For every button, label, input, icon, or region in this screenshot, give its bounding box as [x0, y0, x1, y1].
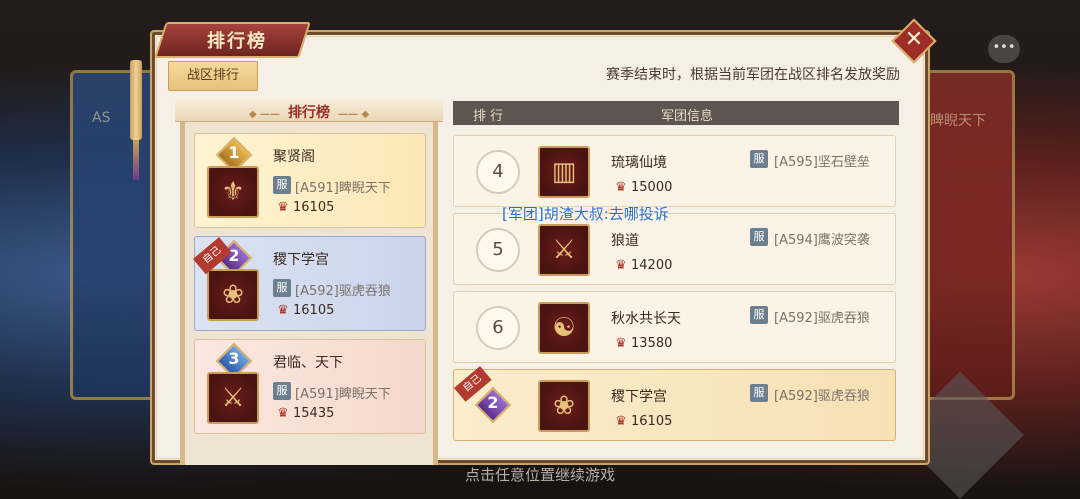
podium-title: 排行榜: [175, 102, 443, 122]
rank-ring: 5: [476, 228, 520, 272]
server-name: [A592]驱虎吞狼: [774, 389, 870, 404]
score-icon: ♛: [615, 258, 627, 273]
background-left-label: AS: [92, 110, 111, 126]
legion-name: 聚贤阁: [273, 149, 315, 165]
close-icon[interactable]: ✕: [898, 25, 930, 57]
server-tag: 服: [273, 176, 291, 194]
server-name: [A595]坚石壁垒: [774, 155, 870, 170]
score-icon: ♛: [277, 200, 289, 215]
tab-zone-ranking[interactable]: 战区排行: [168, 61, 258, 91]
rank-ring: 6: [476, 306, 520, 350]
chat-icon[interactable]: •••: [988, 35, 1020, 63]
server-name: [A592]驱虎吞狼: [774, 311, 870, 326]
column-legion-info: 军团信息: [661, 109, 714, 124]
ranking-row[interactable]: 4 ▥ 琉璃仙境 服 [A595]坚石壁垒 ♛ 15000: [453, 135, 896, 207]
score-value: 16105: [631, 414, 673, 429]
reward-notice: 赛季结束时，根据当前军团在战区排名发放奖励: [606, 67, 900, 83]
server-name: [A591]睥睨天下: [295, 181, 391, 196]
ranking-row[interactable]: 6 ☯ 秋水共长天 服 [A592]驱虎吞狼 ♛ 13580: [453, 291, 896, 363]
server-tag: 服: [750, 228, 768, 246]
podium-card-2[interactable]: 2 ❀ 稷下学宫 服 [A592]驱虎吞狼 ♛ 16105 自己: [193, 236, 426, 331]
score-value: 16105: [293, 200, 335, 215]
pillar-glyph: ▥: [551, 157, 577, 187]
legion-name: 琉璃仙境: [611, 155, 667, 171]
scroll-rod-decoration: [130, 60, 142, 140]
server-tag: 服: [750, 150, 768, 168]
rank-number: 1: [228, 143, 240, 162]
legion-name: 秋水共长天: [611, 311, 681, 327]
server-tag: 服: [273, 279, 291, 297]
rank-number: 2: [487, 393, 499, 412]
sword-emblem-icon: ⚔: [538, 224, 590, 276]
score-value: 13580: [631, 336, 673, 351]
lotus-glyph: ❀: [553, 391, 575, 421]
score-icon: ♛: [277, 406, 289, 421]
rank-ring: 4: [476, 150, 520, 194]
score-value: 15435: [293, 406, 335, 421]
continue-hint[interactable]: 点击任意位置继续游戏: [0, 464, 1080, 485]
server-tag: 服: [750, 384, 768, 402]
score-value: 14200: [631, 258, 673, 273]
background-right-label: 睥睨天下: [930, 113, 986, 129]
score-value: 15000: [631, 180, 673, 195]
sword-glyph: ⚔: [552, 235, 576, 265]
helmet-emblem-icon: ⚜: [207, 166, 259, 218]
pillar-emblem-icon: ▥: [538, 146, 590, 198]
legion-name: 稷下学宫: [611, 389, 667, 405]
score-icon: ♛: [277, 303, 289, 318]
column-rank: 排 行: [473, 109, 504, 124]
podium-card-3[interactable]: 3 ⚔ 君临、天下 服 [A591]睥睨天下 ♛ 15435: [194, 339, 426, 434]
sword-glyph: ⚔: [221, 383, 245, 413]
score-icon: ♛: [615, 336, 627, 351]
server-name: [A594]鹰波突袭: [774, 233, 870, 248]
lotus-emblem-icon: ❀: [538, 380, 590, 432]
score-value: 16105: [293, 303, 335, 318]
tassel-decoration: [133, 140, 139, 180]
podium-card-1[interactable]: 1 ⚜ 聚贤阁 服 [A591]睥睨天下 ♛ 16105: [194, 133, 426, 228]
server-name: [A592]驱虎吞狼: [295, 284, 391, 299]
lotus-glyph: ❀: [222, 280, 244, 310]
lotus-emblem-icon: ❀: [207, 269, 259, 321]
server-name: [A591]睥睨天下: [295, 387, 391, 402]
sword-emblem-icon: ⚔: [207, 372, 259, 424]
helmet-glyph: ⚜: [221, 177, 245, 207]
self-ranking-row[interactable]: 自己 2 ❀ 稷下学宫 服 [A592]驱虎吞狼 ♛ 16105: [453, 366, 896, 441]
list-header: 排 行 军团信息: [453, 101, 899, 125]
chat-message-overlay: [军团]胡渣大叔:去哪投诉: [502, 205, 669, 223]
yinyang-emblem-icon: ☯: [538, 302, 590, 354]
panel-title: 排行榜: [207, 31, 267, 52]
server-tag: 服: [273, 382, 291, 400]
rank-number: 3: [228, 349, 240, 368]
score-icon: ♛: [615, 414, 627, 429]
server-tag: 服: [750, 306, 768, 324]
legion-name: 狼道: [611, 233, 639, 249]
legion-name: 稷下学宫: [273, 252, 329, 268]
legion-name: 君临、天下: [273, 355, 343, 371]
score-icon: ♛: [615, 180, 627, 195]
yinyang-glyph: ☯: [552, 313, 576, 343]
